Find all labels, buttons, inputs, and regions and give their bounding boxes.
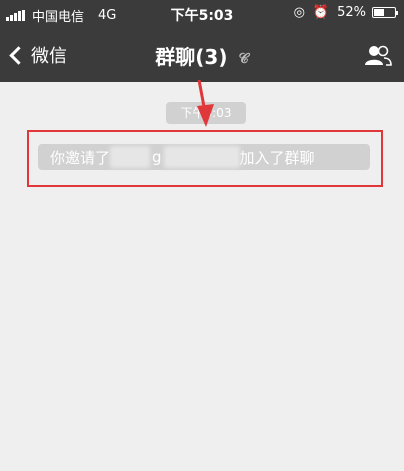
status-right: ◎ ⏰ 52%	[293, 5, 398, 20]
annotation-highlight-box	[27, 130, 383, 187]
battery-percent: 52%	[337, 5, 366, 20]
chat-title-text: 群聊(3)	[155, 45, 228, 69]
battery-fill	[374, 9, 384, 16]
battery-cap	[396, 11, 398, 15]
chat-title: 群聊(3) 𝒞	[0, 41, 404, 70]
battery-icon	[372, 7, 398, 18]
nav-bar: 微信 群聊(3) 𝒞	[0, 28, 404, 82]
status-bar: 中国电信 4G 下午5:03 ◎ ⏰ 52%	[0, 0, 404, 28]
alarm-icon: ⏰	[312, 5, 330, 20]
time-stamp: 下午5:03	[166, 102, 246, 124]
lock-rotation-icon: ◎	[293, 5, 305, 20]
contacts-icon[interactable]	[364, 44, 392, 66]
earpiece-icon: 𝒞	[238, 50, 249, 67]
